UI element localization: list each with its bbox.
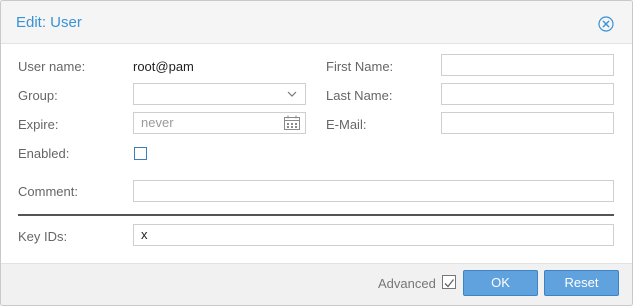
username-label: User name: <box>18 59 86 74</box>
firstname-label: First Name: <box>326 59 394 74</box>
keyids-value: x <box>141 227 148 242</box>
username-value: root@pam <box>133 59 194 74</box>
ok-button[interactable]: OK <box>463 270 538 296</box>
firstname-field[interactable] <box>441 54 614 76</box>
keyids-label: Key IDs: <box>18 229 68 244</box>
dialog-titlebar: Edit: User <box>1 1 632 44</box>
chevron-down-icon[interactable] <box>283 86 301 102</box>
close-icon[interactable] <box>598 16 614 32</box>
dialog-title: Edit: User <box>16 14 82 31</box>
advanced-divider <box>18 214 614 216</box>
enabled-checkbox[interactable] <box>134 147 147 160</box>
lastname-label: Last Name: <box>326 88 393 103</box>
comment-label: Comment: <box>18 184 78 199</box>
advanced-checkbox[interactable] <box>442 275 456 289</box>
expire-date-field[interactable]: never <box>133 112 306 134</box>
expire-label: Expire: <box>18 117 59 132</box>
lastname-field[interactable] <box>441 83 614 105</box>
group-label: Group: <box>18 88 58 103</box>
email-field[interactable] <box>441 112 614 134</box>
group-select[interactable] <box>133 83 306 105</box>
checkmark-icon <box>444 279 455 288</box>
edit-user-dialog: Edit: User User name: root@pam Group: Ex… <box>0 0 633 306</box>
email-label: E-Mail: <box>326 117 367 132</box>
reset-button[interactable]: Reset <box>544 270 619 296</box>
enabled-label: Enabled: <box>18 146 70 161</box>
expire-placeholder: never <box>141 115 174 130</box>
keyids-field[interactable]: x <box>133 224 614 246</box>
advanced-label: Advanced <box>378 276 436 291</box>
comment-field[interactable] <box>133 180 614 202</box>
calendar-icon[interactable] <box>283 115 301 131</box>
dialog-footer: Advanced OK Reset <box>1 263 632 305</box>
